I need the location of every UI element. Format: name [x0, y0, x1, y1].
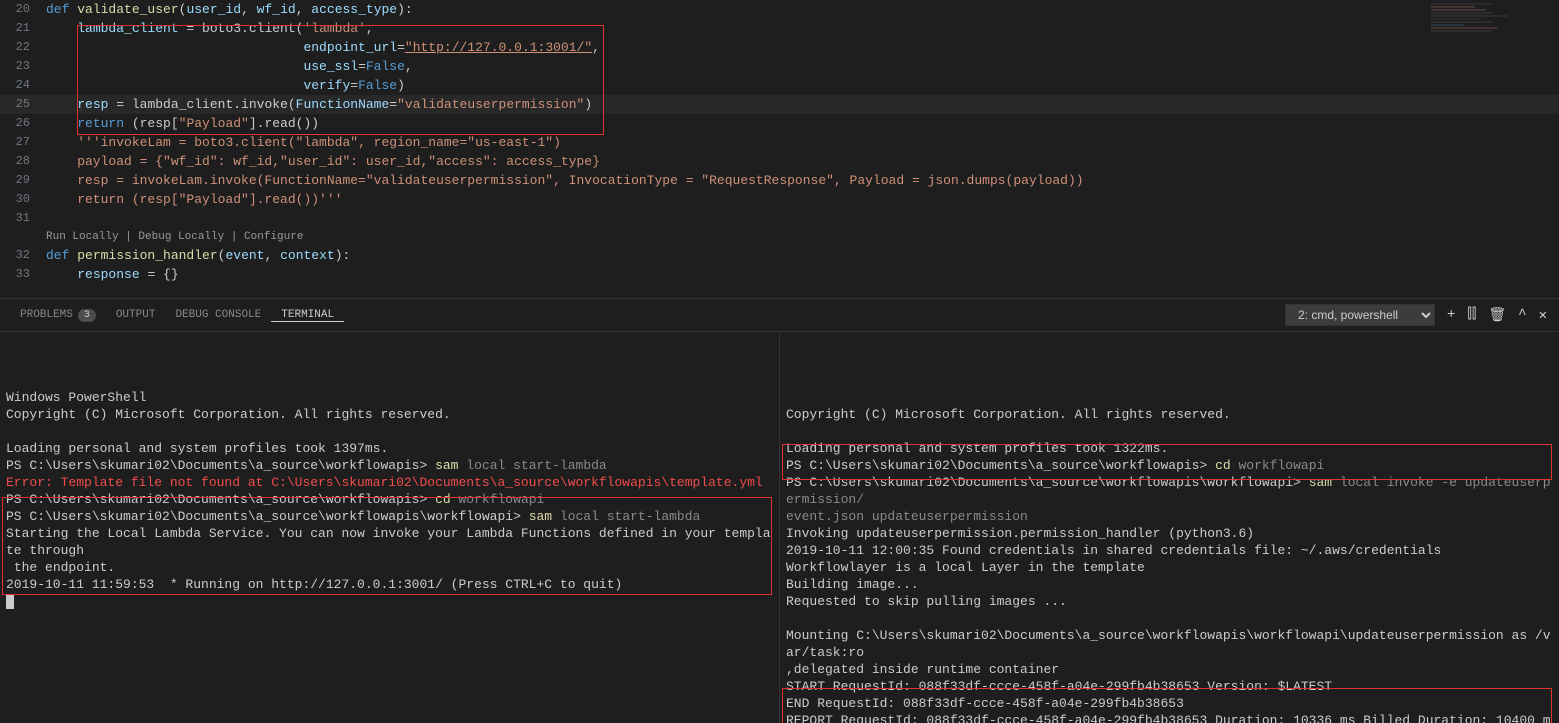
terminal-line: Workflowlayer is a local Layer in the te… — [786, 559, 1553, 576]
tab-terminal[interactable]: TERMINAL — [271, 309, 344, 322]
terminal-line: REPORT RequestId: 088f33df-ccce-458f-a04… — [786, 712, 1553, 723]
terminal-line: PS C:\Users\skumari02\Documents\a_source… — [786, 474, 1553, 508]
terminal-line: Loading personal and system profiles too… — [786, 440, 1553, 457]
code-line[interactable]: 23 use_ssl=False, — [0, 57, 1559, 76]
terminal-line — [6, 593, 773, 610]
terminal-line: PS C:\Users\skumari02\Documents\a_source… — [6, 508, 773, 525]
problems-badge: 3 — [78, 309, 96, 322]
terminal-line — [6, 423, 773, 440]
tab-problems-label: PROBLEMS — [20, 309, 73, 321]
terminal-container: Windows PowerShellCopyright (C) Microsof… — [0, 332, 1559, 723]
panel-tabs: PROBLEMS 3 OUTPUT DEBUG CONSOLE TERMINAL… — [0, 299, 1559, 332]
close-panel-icon[interactable]: ✕ — [1539, 307, 1547, 324]
code-line[interactable]: 20def validate_user(user_id, wf_id, acce… — [0, 0, 1559, 19]
codelens[interactable]: Run Locally | Debug Locally | Configure — [0, 228, 1559, 246]
tab-problems[interactable]: PROBLEMS 3 — [10, 309, 106, 322]
terminal-line: Error: Template file not found at C:\Use… — [6, 474, 773, 491]
terminal-line: Copyright (C) Microsoft Corporation. All… — [6, 406, 773, 423]
terminal-line: Starting the Local Lambda Service. You c… — [6, 525, 773, 559]
code-line[interactable]: 25 resp = lambda_client.invoke(FunctionN… — [0, 95, 1559, 114]
terminal-line: Loading personal and system profiles too… — [6, 440, 773, 457]
new-terminal-icon[interactable]: + — [1447, 307, 1455, 323]
minimap[interactable] — [1431, 3, 1541, 83]
panel-actions: 2: cmd, powershell + ⫿⫿ 🗑 ^ ✕ — [1285, 304, 1559, 326]
terminal-line: 2019-10-11 11:59:53 * Running on http://… — [6, 576, 773, 593]
terminal-left[interactable]: Windows PowerShellCopyright (C) Microsof… — [0, 332, 779, 723]
code-line[interactable]: 33 response = {} — [0, 265, 1559, 284]
chevron-up-icon[interactable]: ^ — [1518, 307, 1526, 323]
terminal-line: Copyright (C) Microsoft Corporation. All… — [786, 406, 1553, 423]
tab-output[interactable]: OUTPUT — [106, 309, 166, 321]
terminal-selector[interactable]: 2: cmd, powershell — [1285, 304, 1435, 326]
terminal-line: Requested to skip pulling images ... — [786, 593, 1553, 610]
tab-debug-console[interactable]: DEBUG CONSOLE — [165, 309, 271, 321]
terminal-line: PS C:\Users\skumari02\Documents\a_source… — [6, 457, 773, 474]
terminal-line: PS C:\Users\skumari02\Documents\a_source… — [786, 457, 1553, 474]
terminal-line: Building image... — [786, 576, 1553, 593]
code-line[interactable]: 29 resp = invokeLam.invoke(FunctionName=… — [0, 171, 1559, 190]
terminal-line: PS C:\Users\skumari02\Documents\a_source… — [6, 491, 773, 508]
code-line[interactable]: 28 payload = {"wf_id": wf_id,"user_id": … — [0, 152, 1559, 171]
code-line[interactable]: 30 return (resp["Payload"].read())''' — [0, 190, 1559, 209]
bottom-panel: PROBLEMS 3 OUTPUT DEBUG CONSOLE TERMINAL… — [0, 298, 1559, 723]
trash-icon[interactable]: 🗑 — [1488, 307, 1506, 324]
code-line[interactable]: 32def permission_handler(event, context)… — [0, 246, 1559, 265]
terminal-line: the endpoint. — [6, 559, 773, 576]
code-line[interactable]: 21 lambda_client = boto3.client('lambda'… — [0, 19, 1559, 38]
code-line[interactable]: 31 — [0, 209, 1559, 228]
terminal-line: END RequestId: 088f33df-ccce-458f-a04e-2… — [786, 695, 1553, 712]
code-editor[interactable]: 20def validate_user(user_id, wf_id, acce… — [0, 0, 1559, 298]
code-line[interactable]: 22 endpoint_url="http://127.0.0.1:3001/"… — [0, 38, 1559, 57]
code-line[interactable]: 26 return (resp["Payload"].read()) — [0, 114, 1559, 133]
terminal-right[interactable]: Copyright (C) Microsoft Corporation. All… — [779, 332, 1559, 723]
terminal-line: Windows PowerShell — [6, 389, 773, 406]
terminal-line — [786, 610, 1553, 627]
terminal-line: Invoking updateuserpermission.permission… — [786, 525, 1553, 542]
terminal-line: ,delegated inside runtime container — [786, 661, 1553, 678]
code-line[interactable]: 27 '''invokeLam = boto3.client("lambda",… — [0, 133, 1559, 152]
split-terminal-icon[interactable]: ⫿⫿ — [1467, 307, 1476, 323]
terminal-line: Mounting C:\Users\skumari02\Documents\a_… — [786, 627, 1553, 661]
terminal-line: 2019-10-11 12:00:35 Found credentials in… — [786, 542, 1553, 559]
terminal-line: event.json updateuserpermission — [786, 508, 1553, 525]
terminal-line — [786, 423, 1553, 440]
terminal-line: START RequestId: 088f33df-ccce-458f-a04e… — [786, 678, 1553, 695]
code-line[interactable]: 24 verify=False) — [0, 76, 1559, 95]
